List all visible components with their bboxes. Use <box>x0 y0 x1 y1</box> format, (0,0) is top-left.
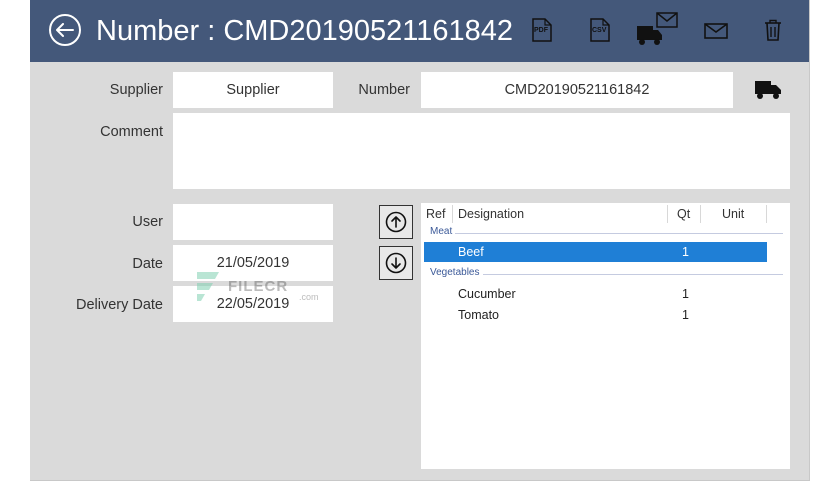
export-pdf-button[interactable]: PDF <box>532 18 552 47</box>
move-up-button[interactable] <box>379 205 413 239</box>
column-divider <box>452 205 453 223</box>
group-divider <box>483 274 783 275</box>
delivery-date-field[interactable]: 22/05/2019 <box>173 286 333 322</box>
send-mail-button[interactable] <box>704 22 728 45</box>
comment-field[interactable] <box>173 113 790 189</box>
csv-label: CSV <box>592 27 607 34</box>
column-designation[interactable]: Designation <box>458 203 524 225</box>
number-label: Number <box>358 82 410 98</box>
trash-icon <box>765 19 781 41</box>
move-down-button[interactable] <box>379 246 413 280</box>
date-field[interactable]: 21/05/2019 <box>173 245 333 281</box>
delivery-date-label: Delivery Date <box>75 297 163 313</box>
table-row[interactable]: Beef 1 <box>424 242 767 262</box>
cell-qt: 1 <box>682 245 689 259</box>
column-ref[interactable]: Ref <box>426 203 445 225</box>
export-csv-button[interactable]: CSV <box>590 18 610 47</box>
arrow-up-circle-icon <box>385 211 407 233</box>
column-divider <box>667 205 668 223</box>
truck-icon <box>755 81 781 99</box>
number-field[interactable]: CMD20190521161842 <box>421 72 733 108</box>
table-row[interactable]: Tomato 1 <box>424 305 767 325</box>
order-window: Number : CMD20190521161842 PDF CSV Suppl… <box>30 0 810 481</box>
truck-mail-icon <box>637 12 678 45</box>
items-grid: Ref Designation Qt Unit Meat Beef 1 Vege… <box>421 203 790 469</box>
comment-label: Comment <box>100 124 163 140</box>
arrow-down-circle-icon <box>385 252 407 274</box>
mail-icon <box>704 23 728 39</box>
supplier-label: Supplier <box>109 82 163 98</box>
group-header-meat: Meat <box>430 226 453 237</box>
cell-designation: Beef <box>458 245 484 259</box>
back-arrow-icon <box>56 23 74 37</box>
title-bar: Number : CMD20190521161842 PDF CSV <box>30 0 809 62</box>
column-unit[interactable]: Unit <box>722 203 744 225</box>
group-header-vegetables: Vegetables <box>430 267 480 278</box>
cell-qt: 1 <box>682 308 689 322</box>
pdf-label: PDF <box>534 27 548 34</box>
date-label: Date <box>132 256 163 272</box>
column-qt[interactable]: Qt <box>677 203 690 225</box>
supplier-field[interactable]: Supplier <box>173 72 333 108</box>
column-divider <box>766 205 767 223</box>
send-delivery-button[interactable] <box>636 12 680 53</box>
delivery-truck-button[interactable] <box>754 80 782 105</box>
cell-designation: Cucumber <box>458 287 516 301</box>
user-field[interactable] <box>173 204 333 240</box>
column-divider <box>700 205 701 223</box>
cell-designation: Tomato <box>458 308 499 322</box>
window-title: Number : CMD20190521161842 <box>96 15 514 47</box>
back-button[interactable] <box>49 14 81 46</box>
cell-qt: 1 <box>682 287 689 301</box>
group-divider <box>455 233 783 234</box>
table-row[interactable]: Cucumber 1 <box>424 284 767 304</box>
delete-button[interactable] <box>764 19 782 46</box>
grid-header: Ref Designation Qt Unit <box>421 203 790 225</box>
user-label: User <box>132 214 163 230</box>
